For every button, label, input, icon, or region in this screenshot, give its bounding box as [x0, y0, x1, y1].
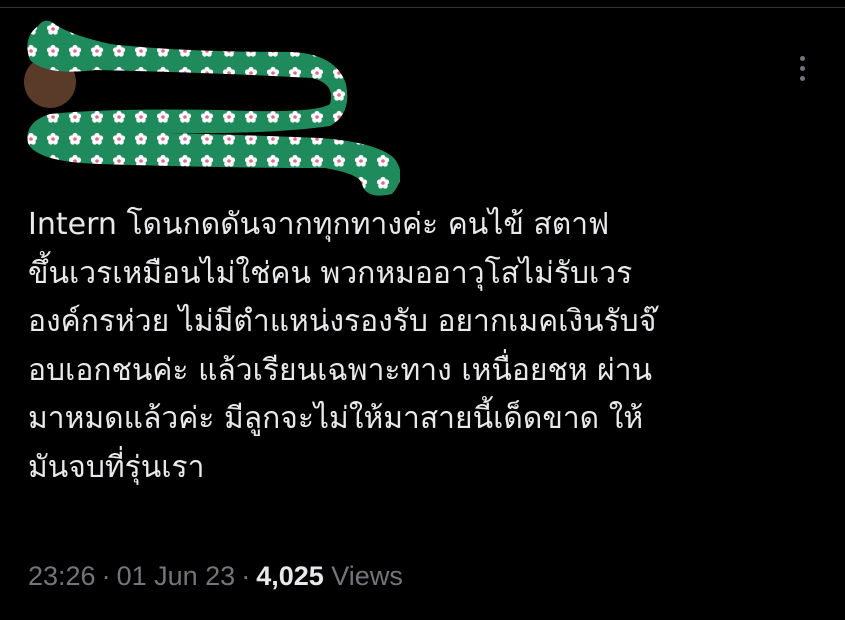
tweet-text: Intern โดนกดดันจากทุกทางค่ะ คนไข้ สตาฟ ข…: [28, 201, 818, 492]
tweet-line: ขึ้นเวรเหมือนไม่ใช่คน พวกหมออาวุโสไม่รับ…: [28, 255, 633, 291]
views-label: Views: [331, 561, 403, 591]
tweet-date[interactable]: 01 Jun 23: [117, 561, 236, 591]
tweet-time[interactable]: 23:26: [28, 561, 96, 591]
top-divider: [0, 7, 845, 8]
meta-separator: ·: [101, 561, 111, 591]
more-dot: [799, 55, 805, 61]
meta-separator: ·: [241, 561, 251, 591]
views-count[interactable]: 4,025: [256, 561, 324, 591]
more-dot: [799, 65, 805, 71]
tweet-line: องค์กรห่วย ไม่มีตำแหน่งรองรับ อยากเมคเงิ…: [28, 304, 657, 339]
more-dot: [799, 75, 805, 81]
tweet-line: มาหมดแล้วค่ะ มีลูกจะไม่ให้มาสายนี้เด็ดขา…: [28, 401, 644, 436]
tweet-line: Intern โดนกดดันจากทุกทางค่ะ คนไข้ สตาฟ: [28, 207, 610, 242]
tweet-line: อบเอกชนค่ะ แล้วเรียนเฉพาะทาง เหนื่อยชห ผ…: [28, 352, 653, 388]
redaction-scribble: [27, 20, 400, 196]
tweet-line: มันจบที่รุ่นเรา: [28, 449, 205, 485]
more-vertical-icon[interactable]: [790, 52, 814, 84]
tweet-meta: 23:26 · 01 Jun 23 · 4,025 Views: [28, 556, 403, 596]
